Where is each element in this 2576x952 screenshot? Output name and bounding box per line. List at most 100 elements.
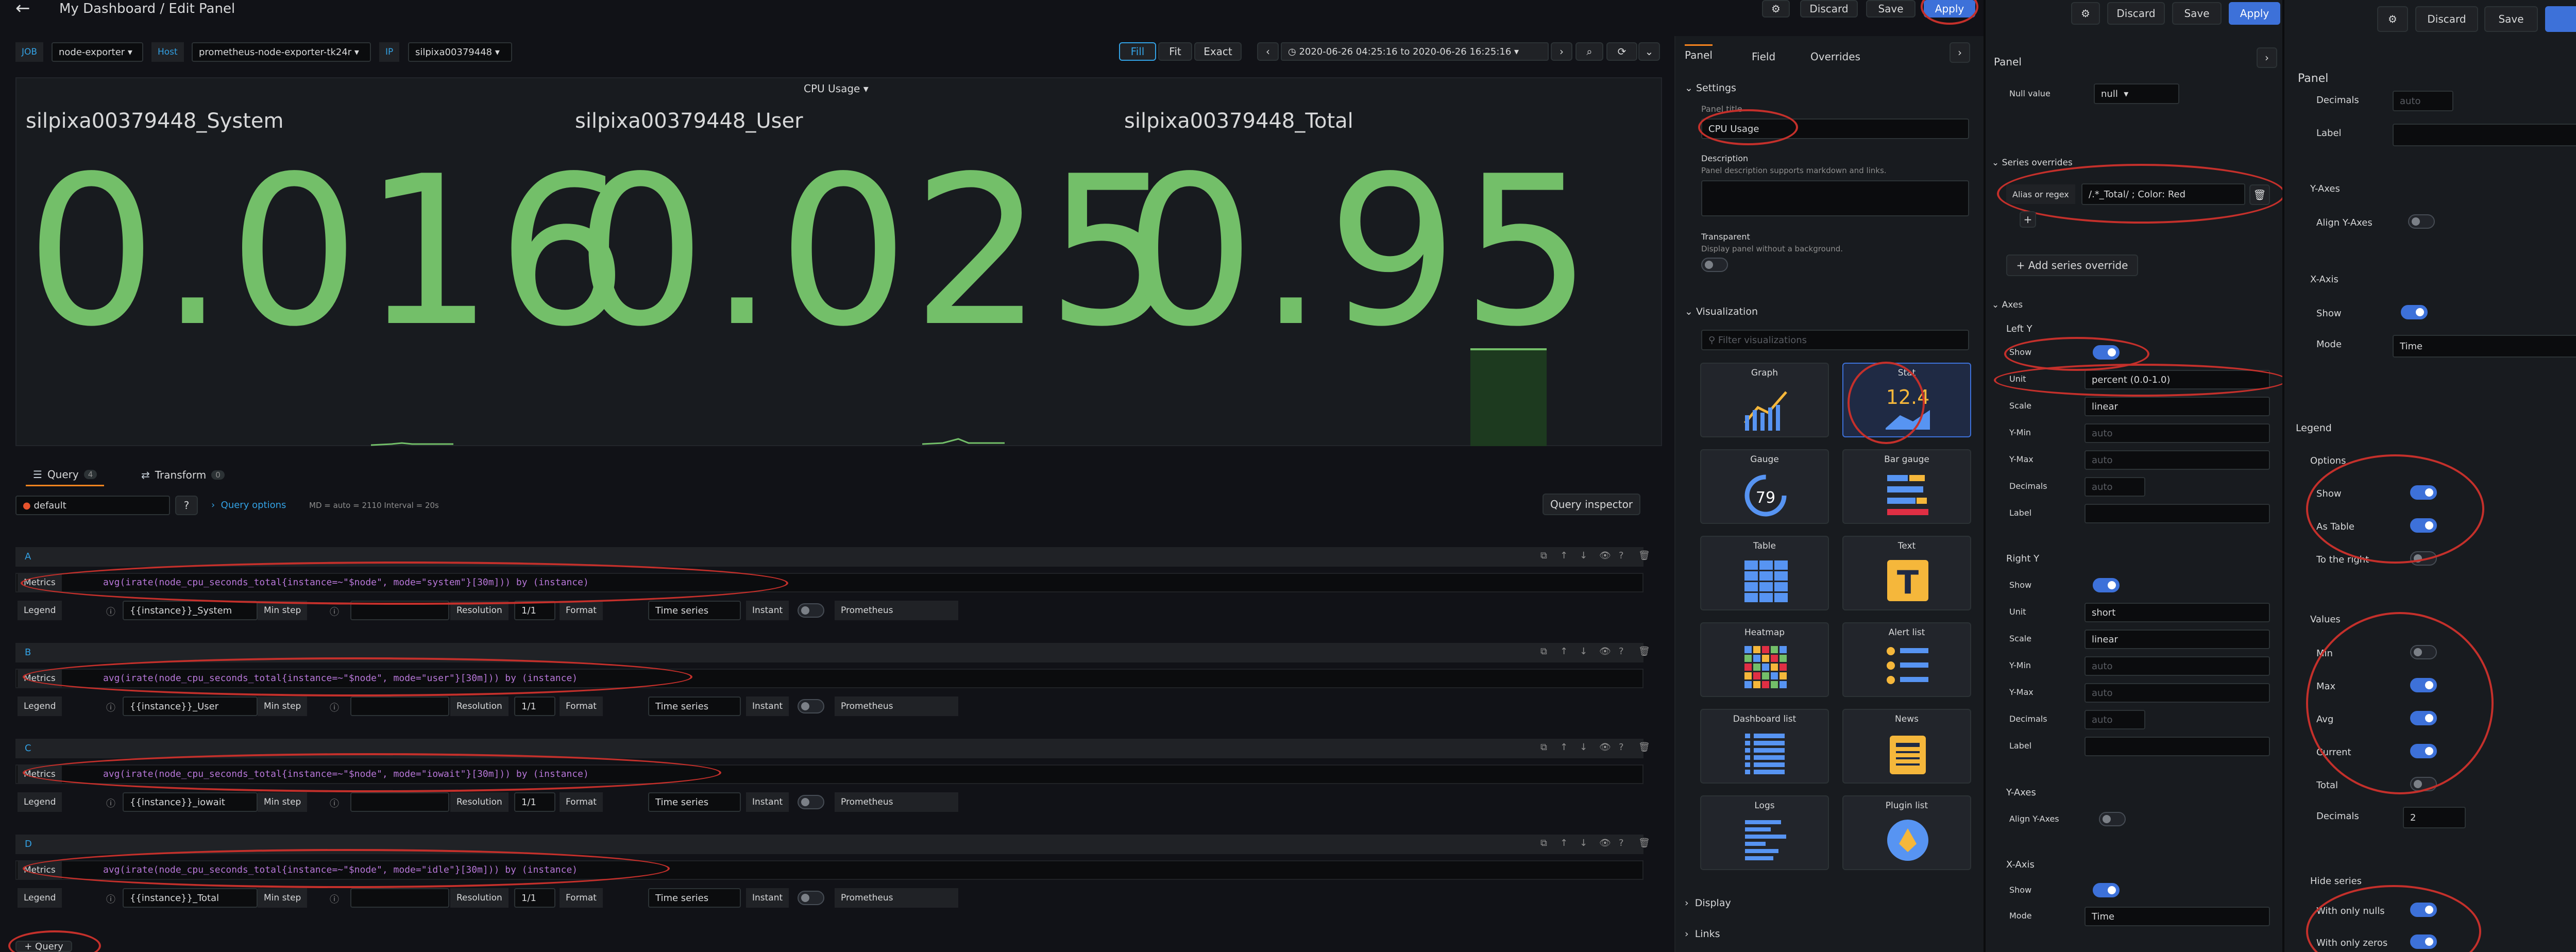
refresh-button[interactable]: ⟳ — [1606, 42, 1637, 61]
up-icon[interactable]: ↑ — [1560, 742, 1568, 753]
viz-graph-tile[interactable]: Graph — [1700, 363, 1829, 437]
query-id-label[interactable]: A — [25, 551, 31, 562]
promql-expression[interactable]: avg(irate(node_cpu_seconds_total{instanc… — [103, 673, 578, 684]
resolution-select[interactable]: 1/1 — [514, 888, 555, 908]
prometheus-link[interactable]: Prometheus — [835, 792, 958, 812]
min-step-input[interactable] — [350, 888, 449, 908]
instant-toggle[interactable] — [798, 603, 824, 618]
copy-icon[interactable]: ⧉ — [1540, 550, 1547, 561]
up-icon[interactable]: ↑ — [1560, 550, 1568, 561]
right-label-input[interactable] — [2084, 737, 2270, 756]
discard-button-3[interactable]: Discard — [2415, 6, 2478, 32]
align-y-axes-toggle[interactable] — [2099, 812, 2126, 826]
add-series-override-button[interactable]: + Add series override — [2006, 254, 2138, 276]
datasource-help-button[interactable]: ? — [175, 496, 198, 515]
description-textarea[interactable] — [1701, 180, 1969, 216]
legend-input[interactable]: {{instance}}_User — [123, 696, 258, 716]
left-unit-select[interactable]: percent (0.0-1.0) — [2084, 370, 2270, 389]
viz-gauge-tile[interactable]: Gauge 79 — [1700, 449, 1829, 524]
time-forward-button[interactable]: › — [1551, 42, 1572, 61]
viz-dashboard-list-tile[interactable]: Dashboard list — [1700, 709, 1829, 784]
legend-min-toggle[interactable] — [2410, 645, 2437, 659]
panel-preview-title[interactable]: CPU Usage ▾ — [804, 82, 869, 95]
query-inspector-button[interactable]: Query inspector — [1543, 494, 1640, 515]
legend-total-toggle[interactable] — [2410, 777, 2437, 791]
eye-icon[interactable]: 👁 — [1599, 550, 1611, 561]
left-ymax-input[interactable]: auto — [2084, 450, 2270, 470]
delete-override-button[interactable]: 🗑 — [2249, 184, 2270, 205]
legend-decimals-input[interactable]: 2 — [2403, 807, 2466, 828]
add-query-button[interactable]: + Query — [15, 941, 72, 952]
label-top-input[interactable] — [2393, 124, 2576, 146]
format-select[interactable]: Time series — [648, 601, 741, 620]
collapse-options-button-2[interactable]: › — [2257, 47, 2277, 68]
refresh-interval-button[interactable]: ⌄ — [1638, 42, 1660, 61]
eye-icon[interactable]: 👁 — [1599, 646, 1611, 657]
save-button-2[interactable]: Save — [2172, 2, 2222, 25]
align-y-axes-toggle-3[interactable] — [2408, 214, 2435, 229]
right-show-toggle[interactable] — [2093, 578, 2120, 592]
help-icon[interactable]: ? — [1619, 550, 1624, 561]
instant-toggle[interactable] — [798, 699, 824, 713]
zoom-out-button[interactable]: ⌕ — [1575, 42, 1603, 61]
trash-icon[interactable]: 🗑 — [1638, 838, 1650, 848]
right-decimals-input[interactable]: auto — [2084, 710, 2145, 729]
down-icon[interactable]: ↓ — [1580, 838, 1587, 848]
section-visualization[interactable]: ⌄ Visualization — [1685, 306, 1758, 317]
viz-plugin-list-tile[interactable]: Plugin list — [1842, 795, 1971, 870]
instant-toggle[interactable] — [798, 795, 824, 809]
prometheus-link[interactable]: Prometheus — [835, 696, 958, 716]
view-mode-fill[interactable]: Fill — [1119, 42, 1156, 61]
promql-expression[interactable]: avg(irate(node_cpu_seconds_total{instanc… — [103, 577, 589, 588]
down-icon[interactable]: ↓ — [1580, 550, 1587, 561]
tab-panel-1[interactable]: Panel — [1685, 44, 1713, 61]
query-id-label[interactable]: C — [25, 743, 31, 754]
legend-as-table-toggle[interactable] — [2410, 518, 2437, 533]
resolution-select[interactable]: 1/1 — [514, 792, 555, 812]
eye-icon[interactable]: 👁 — [1599, 742, 1611, 753]
help-icon[interactable]: ? — [1619, 742, 1624, 753]
trash-icon[interactable]: 🗑 — [1638, 550, 1650, 561]
view-mode-exact[interactable]: Exact — [1194, 42, 1242, 61]
tab-panel-3[interactable]: Panel — [2298, 72, 2328, 85]
left-scale-select[interactable]: linear — [2084, 397, 2270, 416]
eye-icon[interactable]: 👁 — [1599, 838, 1611, 848]
section-series-overrides[interactable]: ⌄ Series overrides — [1992, 158, 2073, 168]
prometheus-link[interactable]: Prometheus — [835, 601, 958, 620]
hide-with-zeros-toggle[interactable] — [2410, 934, 2437, 949]
format-select[interactable]: Time series — [648, 888, 741, 908]
apply-button-3[interactable] — [2545, 6, 2576, 32]
legend-input[interactable]: {{instance}}_iowait — [123, 792, 258, 812]
left-show-toggle[interactable] — [2093, 345, 2120, 360]
metrics-label[interactable]: Metrics — [18, 764, 62, 784]
legend-input[interactable]: {{instance}}_System — [123, 601, 258, 620]
time-range-picker[interactable]: ◷ 2020-06-26 04:25:16 to 2020-06-26 16:2… — [1281, 42, 1549, 61]
format-select[interactable]: Time series — [648, 792, 741, 812]
var-job-select[interactable]: node-exporter ▾ — [52, 42, 143, 62]
x-show-toggle-3[interactable] — [2401, 305, 2428, 319]
viz-alert-list-tile[interactable]: Alert list — [1842, 622, 1971, 697]
filter-visualizations-input[interactable]: ⚲ Filter visualizations — [1701, 330, 1969, 350]
promql-expression[interactable]: avg(irate(node_cpu_seconds_total{instanc… — [103, 769, 589, 779]
section-settings[interactable]: ⌄ Settings — [1685, 82, 1736, 94]
resolution-select[interactable]: 1/1 — [514, 696, 555, 716]
tab-field-1[interactable]: Field — [1752, 50, 1775, 63]
help-icon[interactable]: ? — [1619, 646, 1624, 657]
settings-gear-button-1[interactable]: ⚙ — [1762, 0, 1790, 18]
time-back-button[interactable]: ‹ — [1257, 42, 1279, 61]
min-step-input[interactable] — [350, 696, 449, 716]
right-ymax-input[interactable]: auto — [2084, 683, 2270, 703]
up-icon[interactable]: ↑ — [1560, 646, 1568, 657]
trash-icon[interactable]: 🗑 — [1638, 646, 1650, 657]
legend-current-toggle[interactable] — [2410, 744, 2437, 758]
hide-with-nulls-toggle[interactable] — [2410, 903, 2437, 917]
instant-toggle[interactable] — [798, 891, 824, 905]
viz-logs-tile[interactable]: Logs — [1700, 795, 1829, 870]
viz-text-tile[interactable]: Text T — [1842, 536, 1971, 610]
format-select[interactable]: Time series — [648, 696, 741, 716]
metrics-label[interactable]: Metrics — [18, 669, 62, 688]
promql-expression[interactable]: avg(irate(node_cpu_seconds_total{instanc… — [103, 864, 578, 875]
viz-table-tile[interactable]: Table — [1700, 536, 1829, 610]
min-step-input[interactable] — [350, 792, 449, 812]
section-links[interactable]: › Links — [1685, 928, 1720, 940]
